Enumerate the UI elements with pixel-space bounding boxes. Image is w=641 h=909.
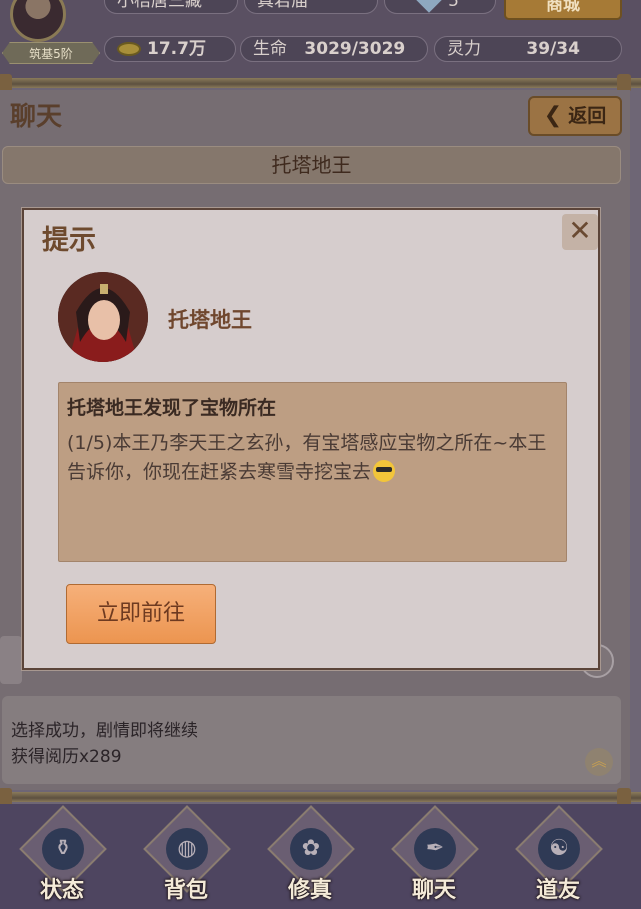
npc-name: 托塔地王 — [168, 308, 252, 332]
nav-item-chat[interactable]: ✒ 聊天 — [384, 805, 484, 904]
nav-item-cultivation[interactable]: ✿ 修真 — [260, 805, 360, 904]
npc-portrait-icon — [58, 272, 148, 362]
top-status-bar: 筑基5阶 小梧唐三藏 真君庙 5 商城 17.7万 生命 3029/3029 灵… — [0, 0, 641, 78]
prompt-dialog: 提示 ✕ 托塔地王 托塔地王发现了宝物所在 (1/5)本王乃李天王之玄孙，有宝塔… — [21, 207, 601, 671]
nav-item-status[interactable]: ⚱ 状态 — [12, 805, 112, 904]
bag-icon: ◍ — [166, 828, 208, 870]
page-title: 聊天 — [10, 102, 63, 132]
mana-label: 灵力 — [447, 39, 481, 59]
chat-input-field[interactable] — [0, 636, 22, 684]
coins-value: 17.7万 — [147, 39, 206, 59]
dialog-title: 提示 — [42, 225, 96, 256]
nav-item-friends[interactable]: ☯ 道友 — [508, 805, 608, 904]
cool-emoji-icon — [373, 460, 396, 482]
story-message-box: 托塔地王发现了宝物所在 (1/5)本王乃李天王之玄孙，有宝塔感应宝物之所在~本王… — [58, 382, 567, 562]
story-text: (1/5)本王乃李天王之玄孙，有宝塔感应宝物之所在~本王告诉你，你现在赶紧去寒雪… — [67, 432, 547, 483]
rank-badge: 筑基5阶 — [2, 42, 100, 64]
close-icon[interactable]: ✕ — [562, 214, 598, 250]
story-heading: 托塔地王发现了宝物所在 — [67, 397, 277, 419]
top-cut-pill-1: 小梧唐三藏 — [104, 0, 238, 14]
top-scroll-divider — [0, 74, 641, 92]
mana-value: 39/34 — [526, 39, 580, 59]
nav-label: 状态 — [39, 877, 84, 903]
system-message-line: 选择成功，剧情即将继续 — [11, 721, 198, 741]
coin-icon — [117, 42, 141, 56]
status-icon: ⚱ — [42, 828, 84, 870]
system-message-line: 获得阅历x289 — [11, 747, 122, 767]
gem-icon — [416, 0, 442, 13]
nav-label: 道友 — [535, 877, 580, 903]
coins-pill: 17.7万 — [104, 36, 236, 62]
nav-label: 修真 — [287, 877, 332, 903]
npc-avatar — [58, 272, 148, 362]
scroll-up-icon[interactable]: ︽ — [585, 748, 613, 776]
bottom-navigation: ⚱ 状态 ◍ 背包 ✿ 修真 ✒ 聊天 ☯ 道友 — [0, 804, 641, 909]
hp-pill: 生命 3029/3029 — [240, 36, 428, 62]
chevron-left-icon: ❮ — [543, 103, 563, 128]
nav-label: 背包 — [163, 877, 208, 903]
mana-pill: 灵力 39/34 — [434, 36, 622, 62]
nav-item-bag[interactable]: ◍ 背包 — [136, 805, 236, 904]
go-now-button[interactable]: 立即前往 — [66, 584, 216, 644]
hp-label: 生命 — [253, 39, 287, 59]
cultivation-icon: ✿ — [290, 828, 332, 870]
back-button[interactable]: ❮ 返回 — [528, 96, 622, 136]
chat-icon: ✒ — [414, 828, 456, 870]
back-label: 返回 — [568, 105, 607, 127]
nav-label: 聊天 — [411, 877, 456, 903]
shop-button[interactable]: 商城 — [504, 0, 622, 20]
top-cut-pill-3: 5 — [384, 0, 496, 14]
friends-icon: ☯ — [538, 828, 580, 870]
contact-name-bar: 托塔地王 — [2, 146, 621, 184]
gem-count: 5 — [448, 0, 459, 11]
top-cut-pill-2: 真君庙 — [244, 0, 378, 14]
bottom-scroll-divider — [0, 788, 641, 806]
player-avatar[interactable] — [10, 0, 66, 42]
story-body: (1/5)本王乃李天王之玄孙，有宝塔感应宝物之所在~本王告诉你，你现在赶紧去寒雪… — [67, 429, 561, 487]
hp-value: 3029/3029 — [304, 39, 406, 59]
